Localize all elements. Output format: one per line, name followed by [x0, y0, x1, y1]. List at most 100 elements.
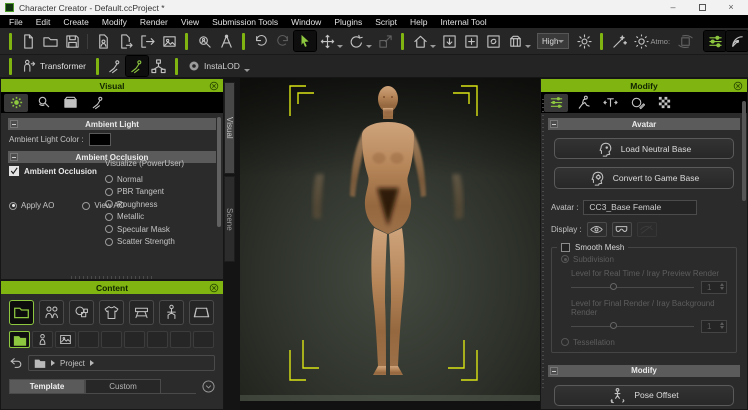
tab-uv-checker[interactable]: [652, 94, 676, 112]
radio-pbr-tangent[interactable]: PBR Tangent: [105, 187, 184, 196]
close-panel-icon[interactable]: [209, 283, 219, 293]
minimize-button[interactable]: –: [661, 0, 685, 15]
level-realtime-spinner[interactable]: 1: [701, 281, 727, 294]
hierarchy-button[interactable]: [148, 56, 170, 76]
category-cloth-button[interactable]: [99, 300, 124, 325]
frame-import-button[interactable]: [438, 31, 460, 51]
collapse-minus-icon[interactable]: [10, 153, 18, 161]
viewport[interactable]: [240, 78, 540, 410]
modify-panel-header[interactable]: Modify: [541, 79, 747, 92]
spinner-arrows-icon[interactable]: [720, 322, 724, 329]
back-arrow-icon[interactable]: [9, 356, 23, 370]
export-document-button[interactable]: [114, 31, 136, 51]
subcategory-image-button[interactable]: [55, 331, 76, 348]
menu-file[interactable]: File: [9, 17, 23, 27]
menu-plugins[interactable]: Plugins: [334, 17, 362, 27]
menu-modify[interactable]: Modify: [102, 17, 127, 27]
slider-track[interactable]: [571, 326, 694, 327]
menu-render[interactable]: Render: [140, 17, 168, 27]
visual-scrollbar[interactable]: [217, 117, 221, 227]
ambient-light-color-swatch[interactable]: [89, 133, 111, 146]
avatar-name-field[interactable]: CC3_Base Female: [583, 200, 697, 215]
menu-help[interactable]: Help: [410, 17, 427, 27]
load-neutral-base-button[interactable]: Load Neutral Base: [554, 138, 734, 159]
radio-subdivision[interactable]: Subdivision: [561, 255, 731, 264]
slider-handle[interactable]: [610, 322, 617, 329]
subcategory-template-button[interactable]: [9, 331, 30, 348]
collapse-minus-icon[interactable]: [550, 367, 558, 375]
tab-lamp[interactable]: [31, 94, 55, 112]
atmosphere-button[interactable]: [630, 31, 652, 51]
import-avatar-button[interactable]: [92, 31, 114, 51]
instalod-dropdown[interactable]: [244, 69, 250, 72]
3d-scene-button[interactable]: [674, 31, 696, 51]
menu-script[interactable]: Script: [375, 17, 397, 27]
camera-view-dropdown[interactable]: [525, 45, 531, 48]
display-mask-button[interactable]: [612, 222, 632, 237]
chevron-circle-icon[interactable]: [202, 380, 215, 393]
tab-ambient[interactable]: [4, 94, 28, 112]
tab-edit-motion[interactable]: [571, 94, 595, 112]
breadcrumb-project[interactable]: Project: [60, 359, 85, 368]
close-panel-icon[interactable]: [733, 81, 743, 91]
panel-drag-grip[interactable]: [542, 99, 544, 389]
convert-to-game-base-button[interactable]: Convert to Game Base: [554, 167, 734, 188]
maximize-button[interactable]: [690, 0, 714, 15]
collapse-minus-icon[interactable]: [550, 120, 558, 128]
tab-transform[interactable]: [598, 94, 622, 112]
display-visibility-button[interactable]: [587, 222, 607, 237]
display-extra-button[interactable]: [637, 222, 657, 237]
home-camera-dropdown[interactable]: [430, 45, 436, 48]
category-material-button[interactable]: [69, 300, 94, 325]
side-tab-scene[interactable]: Scene: [224, 176, 235, 262]
smooth-mesh-checkbox[interactable]: [561, 243, 570, 252]
radio-normal[interactable]: Normal: [105, 175, 184, 184]
transformer-button[interactable]: Transformer: [17, 59, 91, 73]
section-modify[interactable]: Modify: [548, 365, 740, 377]
close-button[interactable]: ×: [719, 0, 743, 15]
light-button[interactable]: [573, 31, 595, 51]
undo-button[interactable]: [250, 31, 272, 51]
frame-add-button[interactable]: [460, 31, 482, 51]
tab-attribute[interactable]: [544, 94, 568, 112]
slider-track[interactable]: [571, 287, 694, 288]
spinner-arrows-icon[interactable]: [720, 283, 724, 290]
modify-scrollbar[interactable]: [742, 101, 746, 201]
radio-metallic[interactable]: Metallic: [105, 212, 184, 221]
section-ambient-light[interactable]: Ambient Light: [8, 118, 216, 130]
section-avatar[interactable]: Avatar: [548, 118, 740, 130]
category-project-button[interactable]: [9, 300, 34, 325]
ambient-occlusion-checkbox[interactable]: [9, 166, 19, 176]
redo-button[interactable]: [272, 31, 294, 51]
breadcrumb[interactable]: Project: [28, 355, 215, 371]
media-button[interactable]: [158, 31, 180, 51]
radio-specular-mask[interactable]: Specular Mask: [105, 225, 184, 234]
radio-view-ao[interactable]: View AO: [82, 201, 125, 210]
export-button[interactable]: [136, 31, 158, 51]
slider-handle[interactable]: [610, 283, 617, 290]
select-tool-button[interactable]: [294, 31, 316, 51]
rotate-tool-dropdown[interactable]: [366, 45, 372, 48]
close-panel-icon[interactable]: [209, 81, 219, 91]
level-final-spinner[interactable]: 1: [701, 320, 727, 333]
tab-template[interactable]: Template: [9, 379, 85, 394]
tab-pose-visual[interactable]: [85, 94, 109, 112]
panel-resize-grip[interactable]: [71, 276, 153, 279]
quality-dropdown[interactable]: High: [537, 33, 569, 49]
menu-view[interactable]: View: [181, 17, 199, 27]
subcategory-actor-button[interactable]: [32, 331, 53, 348]
pose-tool-button[interactable]: [215, 31, 237, 51]
zoom-avatar-button[interactable]: [193, 31, 215, 51]
menu-internal-tool[interactable]: Internal Tool: [440, 17, 486, 27]
menu-submission-tools[interactable]: Submission Tools: [212, 17, 278, 27]
home-camera-button[interactable]: [409, 31, 431, 51]
side-tab-visual[interactable]: Visual: [224, 82, 235, 174]
render-settings-button[interactable]: [704, 31, 726, 51]
tab-shadow-box[interactable]: [58, 94, 82, 112]
open-project-button[interactable]: [39, 31, 61, 51]
rotate-tool-button[interactable]: [345, 31, 367, 51]
instalod-button[interactable]: InstaLOD: [183, 60, 257, 72]
menu-edit[interactable]: Edit: [36, 17, 51, 27]
radio-scatter-strength[interactable]: Scatter Strength: [105, 237, 184, 246]
save-project-button[interactable]: [61, 31, 83, 51]
